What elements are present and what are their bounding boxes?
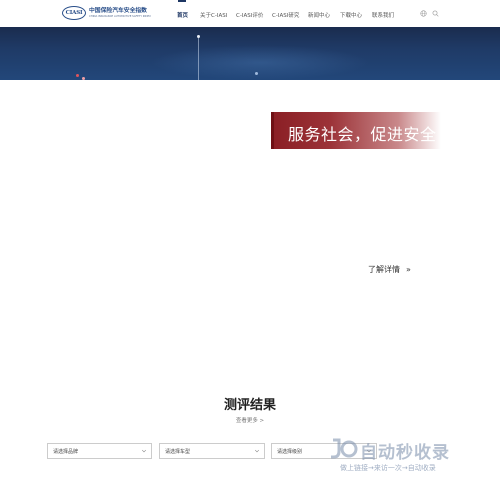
model-select-label: 请选择车型 (165, 449, 191, 455)
active-nav-indicator (178, 0, 186, 2)
learn-more-link[interactable]: 了解详情 » (368, 264, 411, 275)
logo-text: 中国保险汽车安全指数 CHINA INSURANCE AUTOMOTIVE SA… (89, 8, 151, 19)
brand-select[interactable]: 请选择品牌 (47, 443, 152, 459)
globe-icon[interactable] (420, 10, 427, 17)
site-header: CIASI 中国保险汽车安全指数 CHINA INSURANCE AUTOMOT… (0, 0, 500, 27)
nav-about[interactable]: 关于C-IASI (200, 11, 227, 19)
view-more-link[interactable]: 查看更多 > (0, 416, 500, 424)
logo-mark-text: CIASI (65, 10, 83, 16)
ciasi-logo-mark: CIASI (62, 6, 86, 20)
slogan-banner: 服务社会，促进安全 (271, 112, 441, 149)
logo-name-en: CHINA INSURANCE AUTOMOTIVE SAFETY INDEX (89, 14, 151, 18)
results-title: 测评结果 (223, 398, 276, 413)
watermark-logo-icon (331, 438, 358, 459)
banner-city-light (76, 74, 79, 77)
brand-select-label: 请选择品牌 (53, 449, 79, 455)
nav-news[interactable]: 新闻中心 (308, 11, 330, 19)
class-select-label: 请选择级别 (277, 449, 303, 455)
slogan-text: 服务社会，促进安全 (288, 125, 437, 144)
hero-banner[interactable] (0, 27, 500, 80)
watermark: 自动秒收录 做上链接→来访一次→自动收录 (330, 436, 486, 478)
nav-home[interactable]: 首页 (177, 11, 188, 19)
learn-more-label: 了解详情 (368, 265, 400, 274)
nav-downloads[interactable]: 下载中心 (340, 11, 362, 19)
nav-evaluation[interactable]: C-IASI评价 (236, 11, 263, 19)
nav-contact[interactable]: 联系我们 (372, 11, 394, 19)
site-logo[interactable]: CIASI 中国保险汽车安全指数 CHINA INSURANCE AUTOMOT… (62, 6, 151, 20)
banner-city-light (255, 72, 258, 75)
model-select[interactable]: 请选择车型 (159, 443, 265, 459)
search-icon[interactable] (432, 10, 439, 17)
watermark-title: 自动秒收录 (360, 443, 450, 463)
slogan-accent-bar (271, 112, 274, 149)
banner-tower-light (197, 35, 200, 38)
banner-tower (198, 35, 199, 80)
nav-research[interactable]: C-IASI研究 (272, 11, 299, 19)
banner-city-glow (150, 45, 370, 80)
logo-name-cn: 中国保险汽车安全指数 (89, 7, 147, 14)
chevron-down-icon (254, 449, 260, 453)
watermark-subtitle: 做上链接→来访一次→自动收录 (340, 464, 436, 472)
banner-city-light (82, 77, 85, 80)
double-chevron-right-icon: » (406, 265, 411, 274)
chevron-down-icon (141, 449, 147, 453)
